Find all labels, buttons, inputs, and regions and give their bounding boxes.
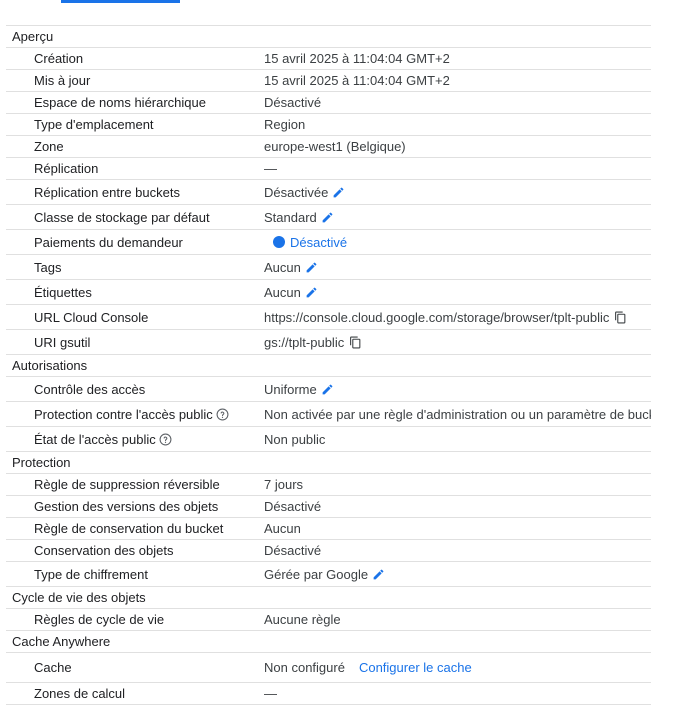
row-label: Type d'emplacement bbox=[34, 117, 154, 132]
row-label: Type de chiffrement bbox=[34, 566, 148, 582]
row-value: — bbox=[264, 161, 277, 176]
row-label: Création bbox=[34, 51, 84, 66]
row-url-console: URL Cloud Console https://console.cloud.… bbox=[6, 305, 651, 330]
help-icon[interactable] bbox=[216, 408, 229, 421]
row-label: Espace de noms hiérarchique bbox=[34, 95, 206, 110]
bucket-details-table: Aperçu Création 15 avril 2025 à 11:04:04… bbox=[6, 25, 651, 705]
row-conservation-bucket: Règle de conservation du bucket Aucun bbox=[6, 518, 651, 540]
row-replication: Réplication — bbox=[6, 158, 651, 180]
pencil-icon[interactable] bbox=[305, 286, 318, 299]
section-header-apercu: Aperçu bbox=[6, 26, 651, 48]
row-chiffrement: Type de chiffrement Gérée par Google bbox=[6, 562, 651, 587]
row-value: Region bbox=[264, 117, 306, 132]
row-classe-stockage: Classe de stockage par défaut Standard bbox=[6, 205, 651, 230]
row-label: Zones de calcul bbox=[34, 686, 126, 701]
row-value: 15 avril 2025 à 11:04:04 GMT+2 bbox=[264, 73, 450, 88]
pencil-icon[interactable] bbox=[332, 186, 345, 199]
row-suppression-reversible: Règle de suppression réversible 7 jours bbox=[6, 474, 651, 496]
row-value: — bbox=[264, 686, 277, 701]
row-value: Désactivé bbox=[264, 95, 322, 110]
section-header-protection: Protection bbox=[6, 452, 651, 474]
row-value: Aucun bbox=[264, 284, 301, 300]
row-value: 7 jours bbox=[264, 477, 304, 492]
row-label: État de l'accès public bbox=[34, 431, 156, 447]
row-value: Aucune règle bbox=[264, 612, 341, 627]
row-value: 15 avril 2025 à 11:04:04 GMT+2 bbox=[264, 51, 450, 66]
row-value[interactable]: Désactivé bbox=[290, 235, 347, 250]
row-hns: Espace de noms hiérarchique Désactivé bbox=[6, 92, 651, 114]
pencil-icon[interactable] bbox=[321, 383, 334, 396]
section-header-autorisations: Autorisations bbox=[6, 355, 651, 377]
section-header-cycle-de-vie: Cycle de vie des objets bbox=[6, 587, 651, 609]
row-type-emplacement: Type d'emplacement Region bbox=[6, 114, 651, 136]
row-regles-cycle: Règles de cycle de vie Aucune règle bbox=[6, 609, 651, 631]
row-zone: Zone europe-west1 (Belgique) bbox=[6, 136, 651, 158]
configure-cache-link[interactable]: Configurer le cache bbox=[359, 660, 472, 675]
row-paiements: Paiements du demandeur Désactivé bbox=[6, 230, 651, 255]
copy-icon[interactable] bbox=[614, 311, 627, 324]
row-label: Tags bbox=[34, 259, 62, 275]
row-value: Désactivé bbox=[264, 543, 322, 558]
row-creation: Création 15 avril 2025 à 11:04:04 GMT+2 bbox=[6, 48, 651, 70]
row-label: Classe de stockage par défaut bbox=[34, 209, 210, 225]
row-value: Standard bbox=[264, 209, 317, 225]
row-value: europe-west1 (Belgique) bbox=[264, 139, 406, 154]
row-value: Désactivé bbox=[264, 499, 322, 514]
row-label: Contrôle des accès bbox=[34, 381, 146, 397]
row-label: Gestion des versions des objets bbox=[34, 499, 219, 514]
section-header-cache-anywhere: Cache Anywhere bbox=[6, 631, 651, 653]
row-label: Conservation des objets bbox=[34, 543, 174, 558]
row-value: Uniforme bbox=[264, 381, 317, 397]
row-label: Paiements du demandeur bbox=[34, 234, 183, 250]
row-protection-public: Protection contre l'accès public Non act… bbox=[6, 402, 651, 427]
row-value: Non configuré bbox=[264, 660, 345, 675]
row-value: Gérée par Google bbox=[264, 566, 369, 582]
row-etat-acces-public: État de l'accès public Non public bbox=[6, 427, 651, 452]
row-value[interactable]: https://console.cloud.google.com/storage… bbox=[264, 310, 609, 325]
row-zones-calcul: Zones de calcul — bbox=[6, 683, 651, 705]
pencil-icon[interactable] bbox=[305, 261, 318, 274]
row-value: Aucun bbox=[264, 259, 301, 275]
row-label: Mis à jour bbox=[34, 73, 91, 88]
row-value: Aucun bbox=[264, 521, 301, 536]
row-uri-gsutil: URI gsutil gs://tplt-public bbox=[6, 330, 651, 355]
copy-icon[interactable] bbox=[349, 336, 362, 349]
pencil-icon[interactable] bbox=[372, 568, 385, 581]
row-value: Désactivée bbox=[264, 184, 329, 200]
help-icon[interactable] bbox=[159, 433, 172, 446]
active-tab-indicator bbox=[61, 0, 180, 3]
row-label: Règle de conservation du bucket bbox=[34, 521, 224, 536]
row-conservation-objets: Conservation des objets Désactivé bbox=[6, 540, 651, 562]
row-replication-buckets: Réplication entre buckets Désactivée bbox=[6, 180, 651, 205]
row-label: Réplication entre buckets bbox=[34, 184, 180, 200]
row-value: gs://tplt-public bbox=[264, 334, 345, 350]
row-value: Non public bbox=[264, 431, 326, 447]
row-label: URL Cloud Console bbox=[34, 309, 149, 325]
row-cache: Cache Non configuré Configurer le cache bbox=[6, 653, 651, 683]
row-label: Étiquettes bbox=[34, 284, 92, 300]
row-tags: Tags Aucun bbox=[6, 255, 651, 280]
row-controle-acces: Contrôle des accès Uniforme bbox=[6, 377, 651, 402]
row-etiquettes: Étiquettes Aucun bbox=[6, 280, 651, 305]
pencil-icon[interactable] bbox=[321, 211, 334, 224]
row-mis-a-jour: Mis à jour 15 avril 2025 à 11:04:04 GMT+… bbox=[6, 70, 651, 92]
row-label: Zone bbox=[34, 139, 64, 154]
row-label: URI gsutil bbox=[34, 334, 91, 350]
row-label: Règles de cycle de vie bbox=[34, 612, 165, 627]
row-value: Non activée par une règle d'administrati… bbox=[264, 406, 651, 422]
row-label: Protection contre l'accès public bbox=[34, 406, 213, 422]
status-dot-icon bbox=[273, 236, 285, 248]
row-label: Règle de suppression réversible bbox=[34, 477, 220, 492]
row-label: Cache bbox=[34, 660, 72, 675]
row-versions-objets: Gestion des versions des objets Désactiv… bbox=[6, 496, 651, 518]
row-label: Réplication bbox=[34, 161, 99, 176]
